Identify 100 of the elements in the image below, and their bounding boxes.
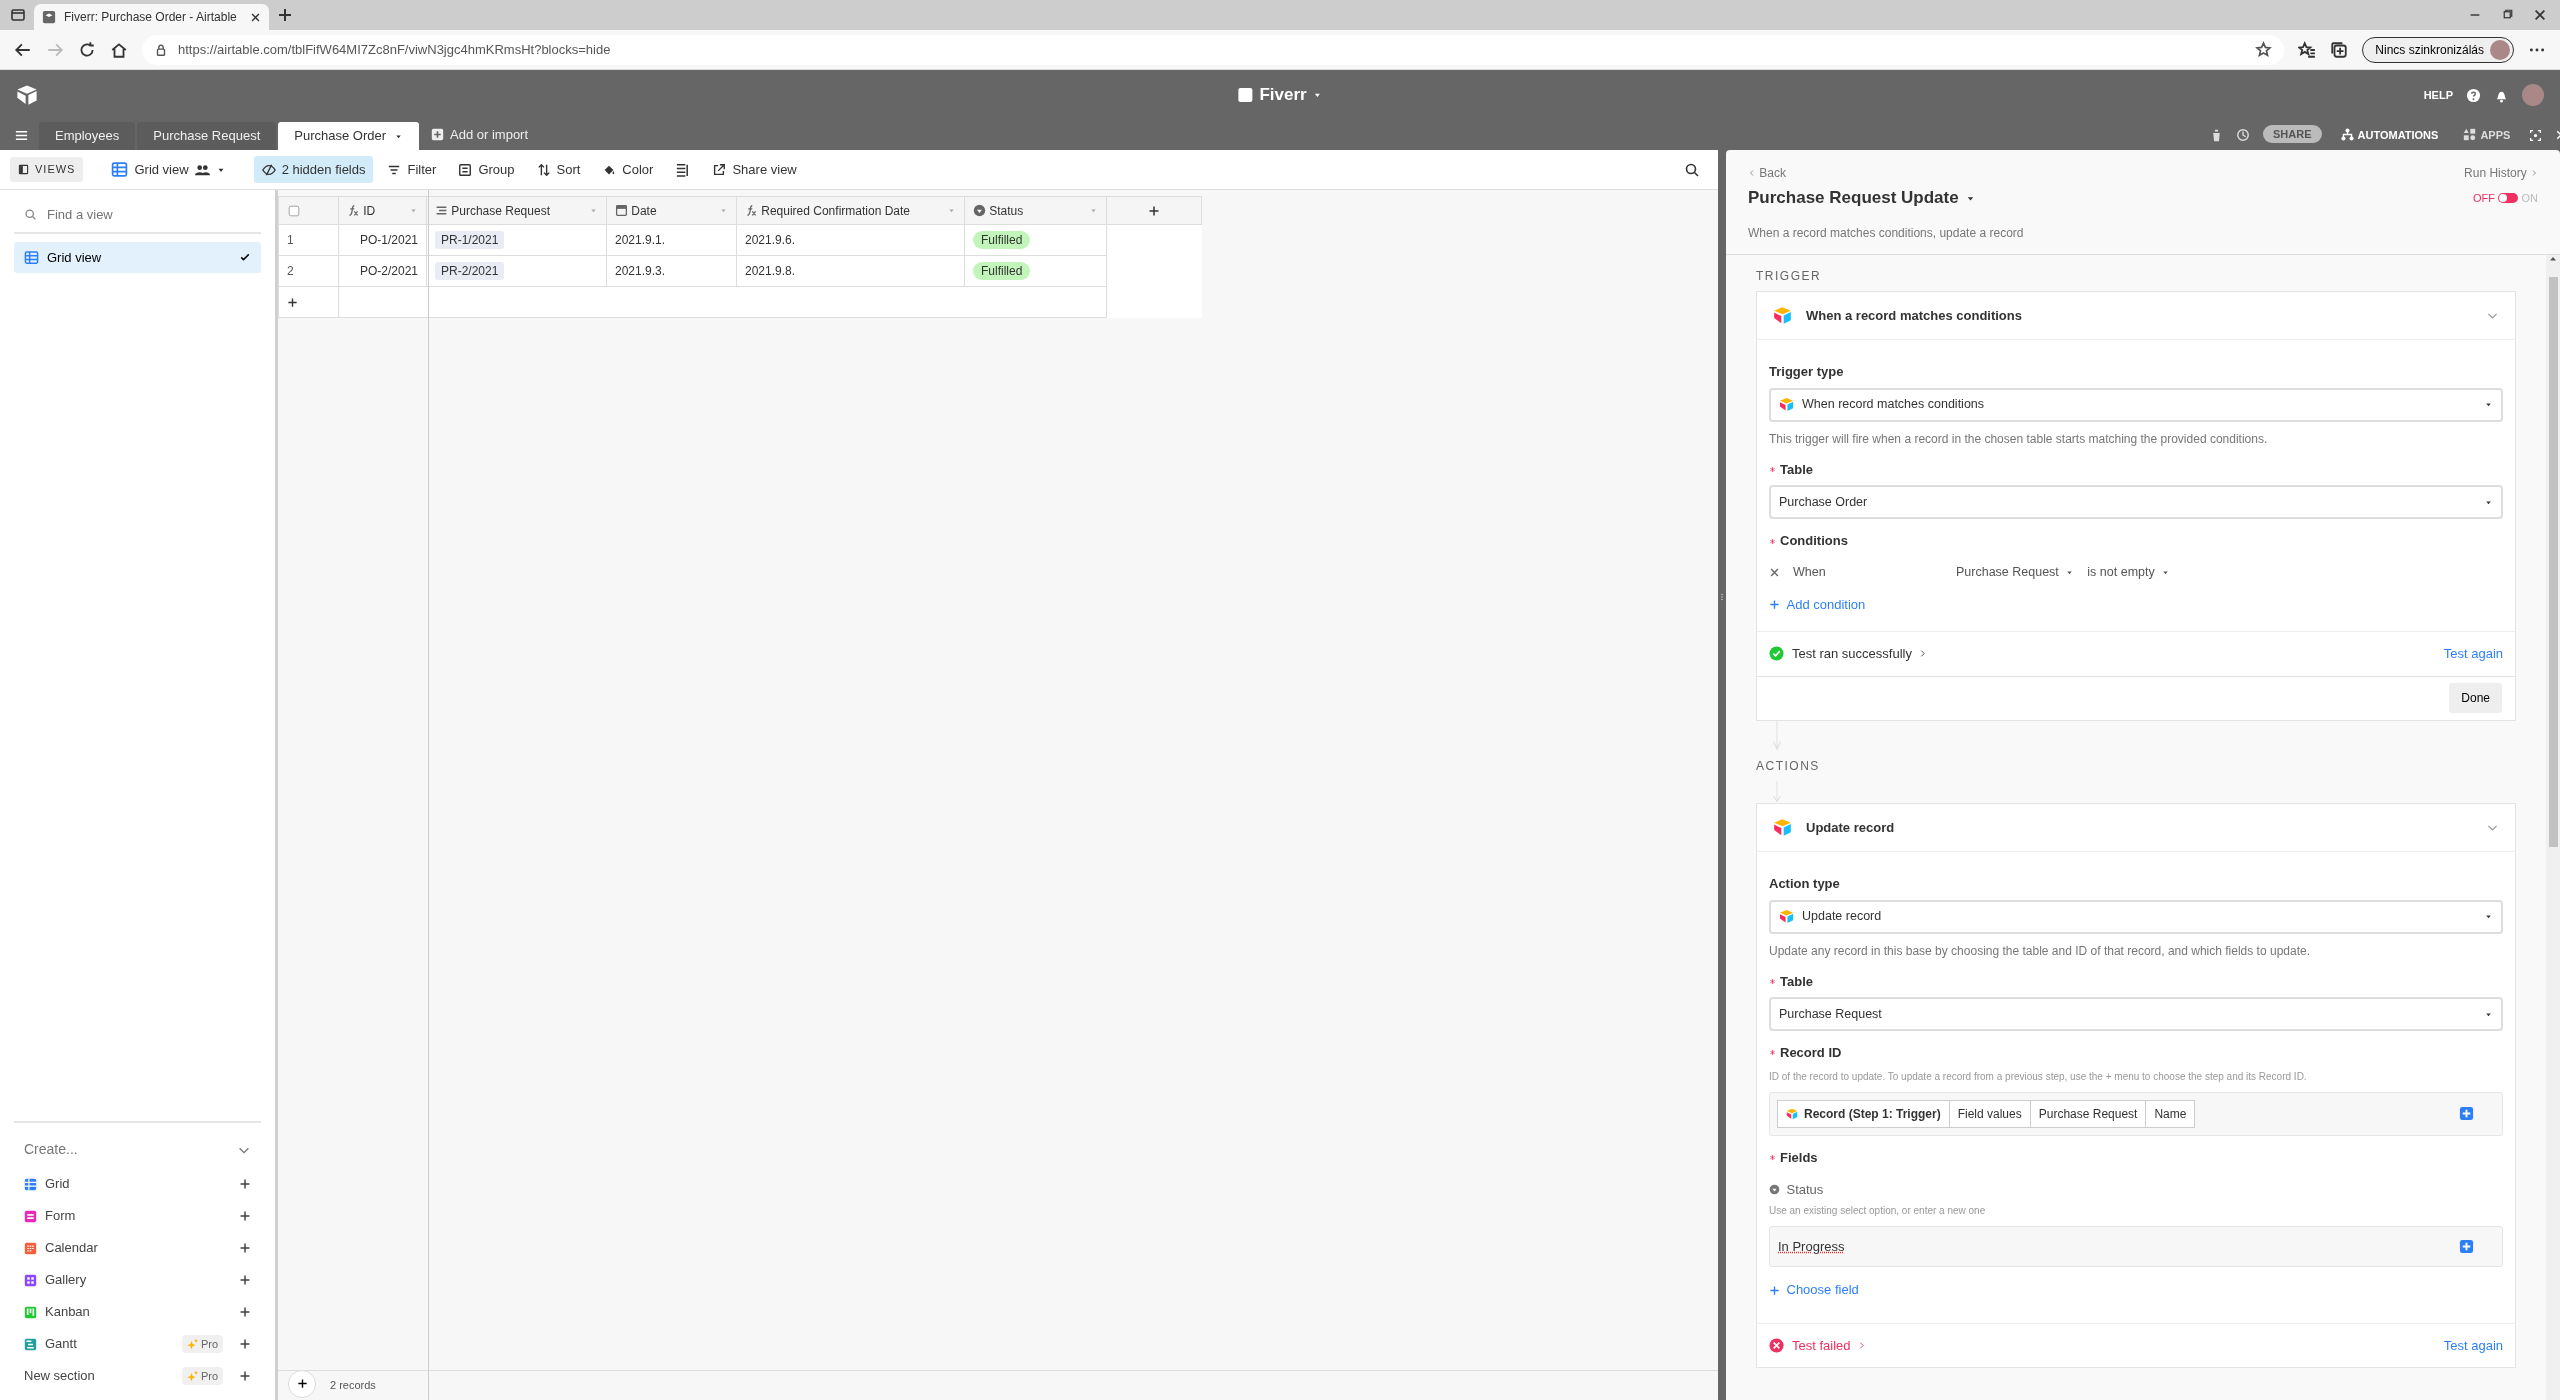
toggle-switch[interactable] [2498, 193, 2519, 203]
search-icon[interactable] [1684, 161, 1700, 178]
add-table-button[interactable]: Add or import [421, 124, 539, 150]
table-tab[interactable]: Employees [39, 122, 136, 150]
airtable-logo-icon[interactable] [16, 84, 38, 106]
remove-icon[interactable] [1769, 567, 1780, 579]
plus-icon [239, 1306, 251, 1318]
column-header[interactable]: Purchase Request [426, 196, 607, 225]
panel-tab[interactable]: APPS [2457, 125, 2517, 150]
test-result-link[interactable]: Test ran successfully [1792, 644, 1928, 664]
linked-record-chip[interactable]: PR-2/2021 [435, 262, 505, 280]
help-text: This trigger will fire when a record in the chosen table starts matching the provided conditions. [1769, 430, 2269, 448]
table-cell: 2021.9.6. [736, 224, 965, 256]
select-all-checkbox[interactable] [287, 204, 301, 219]
people-icon [194, 162, 210, 177]
section-heading: TRIGGER [1756, 267, 1823, 285]
column-header[interactable]: Required Confirmation Date [736, 196, 965, 225]
chevron-right-icon [2530, 169, 2538, 177]
test-again-link[interactable]: Test again [2443, 1335, 2503, 1356]
focus-icon[interactable] [2529, 129, 2543, 142]
panel-tab[interactable]: AUTOMATIONS [2334, 125, 2445, 150]
token-chip[interactable]: Field values [1948, 1099, 2031, 1128]
window-icon[interactable] [10, 7, 26, 23]
create-item[interactable]: Form [14, 1200, 261, 1232]
plus-icon [431, 127, 445, 141]
create-item[interactable]: Kanban [14, 1296, 261, 1328]
table-select[interactable]: Purchase Request [1769, 997, 2503, 1031]
trash-icon[interactable] [2210, 129, 2223, 142]
column-header[interactable]: Status [964, 196, 1107, 225]
view-switcher[interactable]: Grid view [103, 155, 234, 184]
help-link[interactable]: HELP [2423, 86, 2453, 104]
done-button[interactable]: Done [2449, 683, 2502, 713]
linked-record-chip[interactable]: PR-1/2021 [435, 231, 505, 249]
row-number: 1 [278, 224, 339, 256]
view-item[interactable]: Grid view [14, 241, 261, 273]
help-icon[interactable] [2466, 87, 2481, 103]
test-again-link[interactable]: Test again [2443, 644, 2503, 664]
filter-button[interactable]: Filter [379, 155, 445, 184]
share-button[interactable]: SHARE [2263, 124, 2322, 143]
create-item[interactable]: Calendar [14, 1232, 261, 1264]
create-item[interactable]: New section Pro [14, 1360, 261, 1392]
condition-operator-select[interactable]: is not empty [2087, 563, 2171, 582]
table-tab[interactable]: Purchase Order [278, 122, 420, 150]
row-height-icon[interactable] [675, 162, 691, 177]
trigger-type-select[interactable]: When record matches conditions [1769, 387, 2503, 422]
token-chip[interactable]: Record (Step 1: Trigger) [1777, 1099, 1950, 1128]
column-header[interactable]: ID [338, 196, 427, 225]
condition-field-select[interactable]: Purchase Request [1956, 563, 2075, 582]
add-condition-link[interactable]: Add condition [1769, 588, 1866, 621]
create-item[interactable]: Gantt Pro [14, 1328, 261, 1360]
restore-icon[interactable] [2501, 8, 2514, 20]
section-heading: ACTIONS [1756, 757, 1821, 775]
table-select[interactable]: Purchase Order [1769, 485, 2503, 520]
collections-icon[interactable] [2330, 40, 2349, 59]
group-button[interactable]: Group [450, 155, 523, 184]
back-link[interactable]: Back [1748, 164, 1786, 182]
reload-icon[interactable] [78, 40, 96, 59]
browser-tab[interactable]: Fiverr: Purchase Order - Airtable [34, 4, 269, 30]
status-value-field[interactable]: In Progress [1769, 1225, 2503, 1268]
create-item[interactable]: Gallery [14, 1264, 261, 1296]
address-bar[interactable]: https://airtable.com/tblFifW64MI7Zc8nF/viwN3jgc4hmKRmsHt?blocks=hide [142, 34, 2285, 65]
automation-title[interactable]: Purchase Request Update [1748, 185, 1977, 211]
status-tag: Fulfilled [973, 262, 1031, 280]
add-token-icon[interactable] [2459, 1106, 2474, 1121]
token-chip[interactable]: Name [2145, 1099, 2196, 1128]
field-name: Status [1786, 1181, 1824, 1199]
field-label: Fields [1780, 1148, 1818, 1167]
menu-icon[interactable] [14, 128, 29, 143]
color-button[interactable]: Color [594, 155, 662, 184]
create-item[interactable]: Grid [14, 1168, 261, 1200]
history-icon[interactable] [2236, 128, 2250, 142]
column-header[interactable]: Date [606, 196, 737, 225]
sort-button[interactable]: Sort [528, 155, 589, 184]
new-tab-icon[interactable] [277, 7, 293, 23]
run-history-link[interactable]: Run History [2464, 164, 2538, 182]
base-name[interactable]: Fiverr [1259, 82, 1307, 108]
views-button[interactable]: VIEWS [10, 157, 84, 182]
table-tab[interactable]: Purchase Request [137, 122, 277, 150]
airtable-tab-icon [42, 10, 56, 24]
profile-button[interactable]: Nincs szinkronizálás [2362, 36, 2514, 63]
record-id-field[interactable]: Record (Step 1: Trigger) Field values Purchase Request Name [1769, 1091, 2503, 1136]
add-row-icon[interactable] [287, 297, 298, 309]
add-favorite-icon[interactable] [2255, 41, 2273, 58]
choose-field-link[interactable]: Choose field [1769, 1267, 1859, 1313]
share-button[interactable]: Share view [704, 155, 805, 184]
dropdown-circle-icon [973, 204, 986, 217]
sparkle-icon [186, 1370, 199, 1382]
required-icon [1769, 1153, 1776, 1161]
test-result-link[interactable]: Test failed [1792, 1335, 1867, 1356]
favorites-icon[interactable] [2298, 40, 2317, 59]
scrollbar[interactable] [2546, 254, 2560, 1400]
hierarchy-icon [2340, 128, 2354, 142]
cube-icon [1786, 1107, 1798, 1120]
add-column-icon[interactable] [1148, 205, 1160, 218]
grid-icon [111, 161, 129, 178]
token-chip[interactable]: Purchase Request [2029, 1099, 2147, 1128]
sparkle-icon [186, 1338, 199, 1350]
hidden-fields-button[interactable]: 2 hidden fields [253, 155, 374, 184]
action-type-select[interactable]: Update record [1769, 899, 2503, 934]
add-record-button[interactable] [288, 1369, 316, 1398]
